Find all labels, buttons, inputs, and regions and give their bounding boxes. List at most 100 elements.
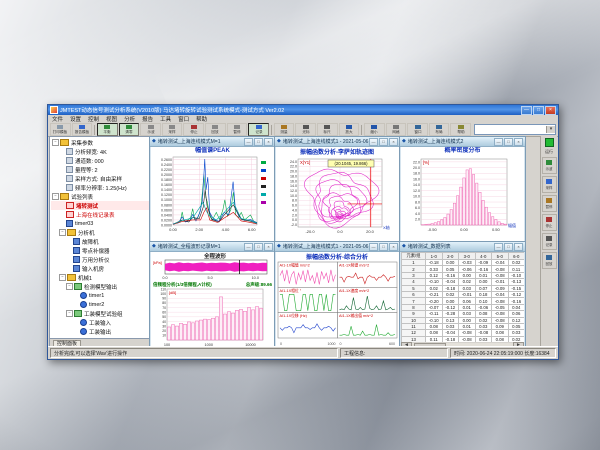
result-table[interactable]: 元素/组1-02-03-04-05-06-01-0.180.00-0.03-0.… xyxy=(401,252,524,343)
maximize-button[interactable]: □ xyxy=(533,106,544,115)
menu-item-5[interactable]: 分析 xyxy=(124,115,135,123)
tree-expand-icon[interactable]: − xyxy=(59,229,66,236)
toolbar-button-19[interactable]: 帮助 xyxy=(450,123,471,136)
menu-item-1[interactable]: 文件 xyxy=(52,115,63,123)
child-minimize-button[interactable]: — xyxy=(494,243,503,251)
toolbar-button-12[interactable]: 光标 xyxy=(295,123,316,136)
tree-item[interactable]: 量程等: 2 xyxy=(51,165,150,174)
child-close-button[interactable]: × xyxy=(389,243,398,251)
child-maximize-button[interactable]: □ xyxy=(379,243,388,251)
histogram-chart[interactable]: 2.04.06.08.010.012.014.016.018.020.022.0… xyxy=(401,155,524,241)
toolbar-button-1[interactable]: 打印模板 xyxy=(50,123,71,136)
child-maximize-button[interactable]: □ xyxy=(379,138,388,146)
right-toolbar-button-4[interactable]: 停止 xyxy=(542,214,557,231)
tree-item[interactable]: 零点补偿器 xyxy=(51,246,150,255)
tree-item[interactable]: 万用分析仪 xyxy=(51,255,150,264)
menu-item-3[interactable]: 控制 xyxy=(88,115,99,123)
tree-item[interactable]: timer03 xyxy=(51,219,150,228)
child-title-bar[interactable]: ◆ 堵转测试_全程波形记录M=1 —□× xyxy=(150,242,275,252)
tree-item[interactable]: 工装输出 xyxy=(51,327,150,336)
child-window-table[interactable]: ◆ 堵转测试_数据列表 —□× 元素/组1-02-03-04-05-06-01-… xyxy=(399,241,526,349)
toolbar-button-3[interactable]: 平衡 xyxy=(97,123,118,136)
tree-item[interactable]: 上海在线记录表 xyxy=(51,210,150,219)
close-button[interactable]: × xyxy=(545,106,556,115)
toolbar-button-11[interactable]: 测量 xyxy=(274,123,295,136)
tree-item[interactable]: −采集参数 xyxy=(51,138,150,147)
child-minimize-button[interactable]: — xyxy=(369,243,378,251)
toolbar-button-16[interactable]: 网格 xyxy=(386,123,407,136)
toolbar-button-17[interactable]: 窗口 xyxy=(407,123,428,136)
right-toolbar-button-5[interactable]: 记录 xyxy=(542,233,557,250)
multiplot-chart[interactable]: 振幅函数分析-综合分析AI1-1X幅值 m/s^2AI1-1X频谱 m/s^2A… xyxy=(276,252,399,349)
toolbar-button-2[interactable]: 报告模板 xyxy=(72,123,93,136)
child-title-bar[interactable]: ◆ 堵转测试_数据列表 —□× xyxy=(400,242,525,252)
child-window-histogram[interactable]: ◆ 堵转测试_上海连线模式2 —□× 概率密度分布 2.04.06.08.010… xyxy=(399,136,526,243)
tree-expand-icon[interactable]: − xyxy=(66,283,73,290)
spectrum-chart[interactable]: 0.00000.02000.04000.06000.08000.10000.12… xyxy=(151,155,274,241)
toolbar-combobox[interactable]: ▾ xyxy=(474,124,556,135)
tree-item[interactable]: 工装输入 xyxy=(51,318,150,327)
toolbar-button-6[interactable]: 采样 xyxy=(162,123,183,136)
tree-expand-icon[interactable]: − xyxy=(66,310,73,317)
toolbar-button-15[interactable]: 缩小 xyxy=(364,123,385,136)
tree-expand-icon[interactable]: − xyxy=(59,274,66,281)
child-minimize-button[interactable]: — xyxy=(369,138,378,146)
child-minimize-button[interactable]: — xyxy=(494,138,503,146)
tree-item[interactable]: timer2 xyxy=(51,300,150,309)
child-window-multiplot[interactable]: ◆ 堵转测试_上海连线模式1 - 2021-05-06 17:2 —□× 振幅函… xyxy=(274,241,401,349)
right-toolbar-button-3[interactable]: 暂停 xyxy=(542,195,557,212)
menu-item-7[interactable]: 工具 xyxy=(160,115,171,123)
toolbar-button-18[interactable]: 布局 xyxy=(429,123,450,136)
menu-item-9[interactable]: 帮助 xyxy=(196,115,207,123)
right-toolbar-button-6[interactable]: 回放 xyxy=(542,252,557,269)
tree-item[interactable]: 堵转测试 xyxy=(51,201,150,210)
child-title-bar[interactable]: ◆ 堵转测试_上海连线模式2 —□× xyxy=(400,137,525,147)
toolbar-button-9[interactable]: 暂停 xyxy=(227,123,248,136)
child-title-bar[interactable]: ◆ 堵转测试_上海连线模式1 - 2021-05-06 17:2 —□× xyxy=(275,242,400,252)
child-title-bar[interactable]: ◆ 堵转测试_上海连线模式M=1 —□× xyxy=(150,137,275,147)
toolbar-button-10[interactable]: 记录 xyxy=(248,123,269,136)
tree-item[interactable]: 输入机房 xyxy=(51,264,150,273)
child-window-octave[interactable]: ◆ 堵转测试_全程波形记录M=1 —□× 全程波形[kPa]0.05.010.0… xyxy=(149,241,276,349)
child-minimize-button[interactable]: — xyxy=(244,243,253,251)
tree-item[interactable]: timer1 xyxy=(51,291,150,300)
tree-item[interactable]: −分析机 xyxy=(51,228,150,237)
data-table[interactable]: 元素/组1-02-03-04-05-06-01-0.180.00-0.03-0.… xyxy=(401,252,524,343)
child-window-spectrum[interactable]: ◆ 堵转测试_上海连线模式M=1 —□× 幅值谱PEAK 0.00000.020… xyxy=(149,136,276,243)
right-toolbar-button-1[interactable]: 示波 xyxy=(542,157,557,174)
toolbar-button-4[interactable]: 清零 xyxy=(119,123,140,136)
child-window-orbit[interactable]: ◆ 堵转测试_上海连线模式1 - 2021-05-06 17:2 —□× 振幅函… xyxy=(274,136,401,243)
octave-chart[interactable]: 全程波形[kPa]0.05.010.0倍频程分析(1/3倍频程,A计权)总声级:… xyxy=(151,252,274,349)
child-close-button[interactable]: × xyxy=(514,138,523,146)
tree-item[interactable]: −检测模型输出 xyxy=(51,282,150,291)
toolbar-button-13[interactable]: 标尺 xyxy=(317,123,338,136)
tree-expand-icon[interactable]: − xyxy=(52,193,59,200)
combobox-dropdown-icon[interactable]: ▾ xyxy=(546,126,555,133)
toolbar-button-5[interactable]: 示波 xyxy=(140,123,161,136)
tree-item[interactable]: 通道数: 000 xyxy=(51,156,150,165)
minimize-button[interactable]: — xyxy=(521,106,532,115)
child-maximize-button[interactable]: □ xyxy=(504,243,513,251)
tree-item[interactable]: 分析频宽: 4K xyxy=(51,147,150,156)
child-minimize-button[interactable]: — xyxy=(244,138,253,146)
child-close-button[interactable]: × xyxy=(264,243,273,251)
child-close-button[interactable]: × xyxy=(264,138,273,146)
tree-item[interactable]: −机械1 xyxy=(51,273,150,282)
title-bar[interactable]: JMTEST动态信号测试分析系统(V2010版) 马达堵转旋转试验测试系统模式-… xyxy=(48,105,558,115)
menu-item-8[interactable]: 窗口 xyxy=(178,115,189,123)
child-maximize-button[interactable]: □ xyxy=(504,138,513,146)
menu-item-6[interactable]: 报告 xyxy=(142,115,153,123)
menu-item-2[interactable]: 设置 xyxy=(70,115,81,123)
toolbar-button-7[interactable]: 停止 xyxy=(183,123,204,136)
toolbar-button-14[interactable]: 放大 xyxy=(339,123,360,136)
child-close-button[interactable]: × xyxy=(389,138,398,146)
tree-item[interactable]: −工装模型试验组 xyxy=(51,309,150,318)
orbit-chart[interactable]: 振幅函数分析-李萨如轨迹图-2.00.02.04.06.08.010.012.0… xyxy=(276,147,399,241)
tree-item[interactable]: 采样方式: 自由采样 xyxy=(51,174,150,183)
child-maximize-button[interactable]: □ xyxy=(254,243,263,251)
right-toolbar-button-2[interactable]: 采样 xyxy=(542,176,557,193)
menu-item-4[interactable]: 视图 xyxy=(106,115,117,123)
child-maximize-button[interactable]: □ xyxy=(254,138,263,146)
child-title-bar[interactable]: ◆ 堵转测试_上海连线模式1 - 2021-05-06 17:2 —□× xyxy=(275,137,400,147)
tree-item[interactable]: 故障机 xyxy=(51,237,150,246)
